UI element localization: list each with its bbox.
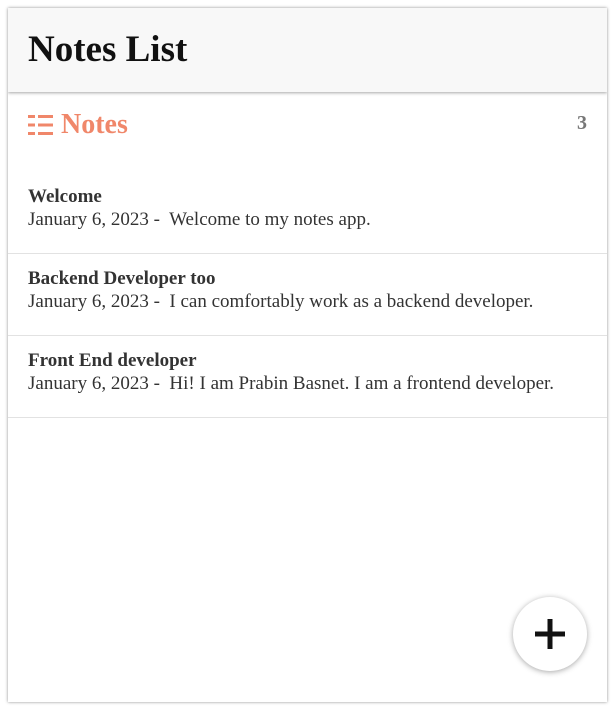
note-preview: Hi! I am Prabin Basnet. I am a frontend …	[169, 373, 555, 394]
note-meta: January 6, 2023 - Welcome to my notes ap…	[28, 209, 371, 231]
app-header: Notes List	[8, 8, 607, 92]
note-meta: January 6, 2023 - Hi! I am Prabin Basnet…	[28, 373, 554, 395]
note-date: January 6, 2023	[28, 209, 149, 230]
note-date: January 6, 2023	[28, 291, 149, 312]
notes-heading: Notes	[28, 108, 128, 142]
note-title: Front End developer	[28, 350, 197, 371]
note-separator: -	[148, 291, 170, 312]
note-separator: -	[148, 373, 170, 394]
list-icon	[28, 115, 53, 135]
app-window: Notes List Notes 3 Welcome January 6, 20…	[8, 8, 607, 702]
note-list-item[interactable]: Welcome January 6, 2023 - Welcome to my …	[8, 172, 607, 254]
notes-section-title: Notes	[61, 109, 128, 140]
plus-icon	[535, 619, 565, 649]
note-preview: Welcome to my notes app.	[169, 209, 371, 230]
note-preview: I can comfortably work as a backend deve…	[169, 291, 534, 312]
note-list-item[interactable]: Backend Developer too January 6, 2023 - …	[8, 254, 607, 336]
app-title: Notes List	[28, 29, 188, 70]
note-title: Welcome	[28, 186, 102, 207]
note-list: Welcome January 6, 2023 - Welcome to my …	[8, 172, 607, 418]
note-title: Backend Developer too	[28, 268, 216, 289]
note-separator: -	[148, 209, 170, 230]
note-list-item[interactable]: Front End developer January 6, 2023 - Hi…	[8, 336, 607, 418]
notes-section-header: Notes 3	[8, 92, 607, 172]
note-date: January 6, 2023	[28, 373, 149, 394]
notes-count: 3	[577, 112, 587, 134]
add-note-button[interactable]	[513, 597, 587, 671]
note-meta: January 6, 2023 - I can comfortably work…	[28, 291, 533, 313]
